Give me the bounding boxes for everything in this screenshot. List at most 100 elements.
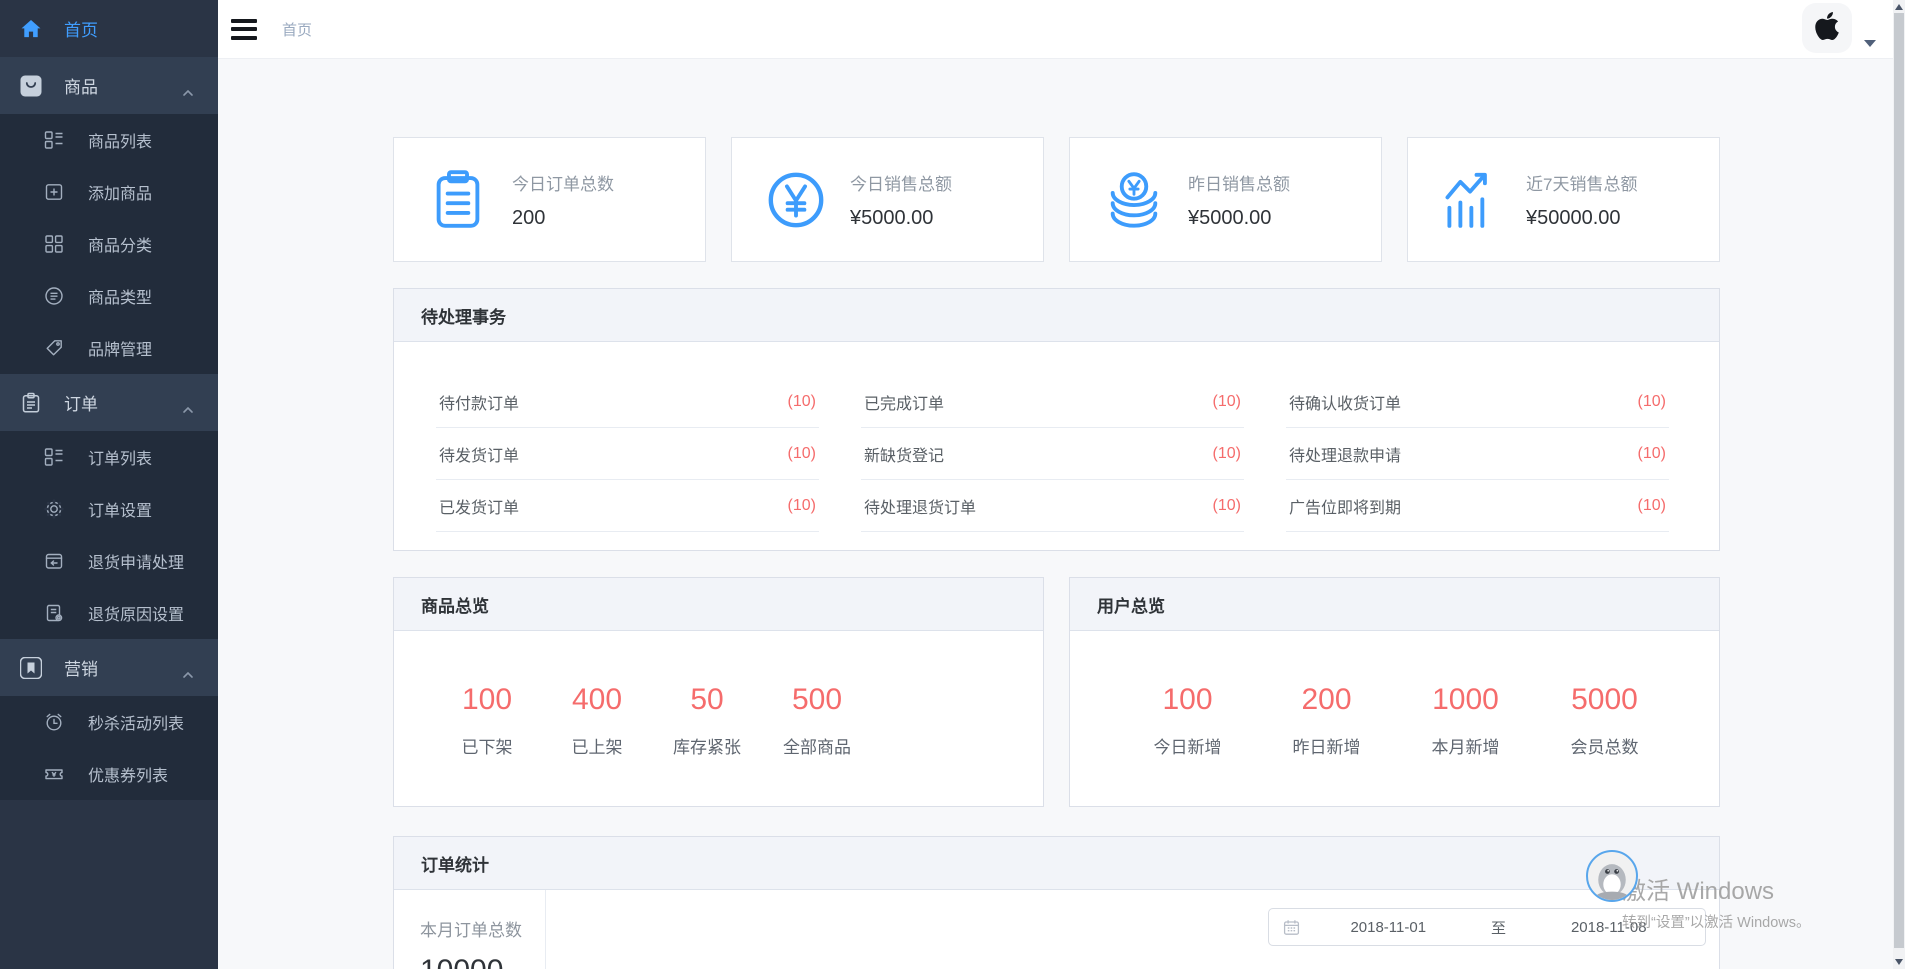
shopping-bag-icon [20, 75, 42, 97]
todo-count: (10) [788, 393, 816, 411]
breadcrumb[interactable]: 首页 [282, 19, 312, 40]
sidebar-item-label: 品牌管理 [88, 336, 152, 360]
sidebar: 首页 商品 商品列表 添加商品 商品分 [0, 0, 218, 969]
todo-count: (10) [1213, 445, 1241, 463]
todo-item-new-stockout[interactable]: 新缺货登记 (10) [861, 428, 1244, 480]
stat-label: 会员总数 [1535, 733, 1674, 758]
panel-title: 订单统计 [394, 837, 1719, 890]
calendar-icon [1283, 919, 1300, 936]
todo-label: 已完成订单 [864, 390, 944, 414]
list-icon [44, 447, 64, 467]
stat-card-text: 今日销售总额 ¥5000.00 [850, 170, 952, 230]
qq-service-icon[interactable] [1586, 850, 1638, 902]
stat-card-label: 今日销售总额 [850, 170, 952, 195]
sidebar-item-label: 订单列表 [88, 445, 152, 469]
return-box-icon [44, 551, 64, 571]
clipboard-icon [427, 169, 489, 231]
sidebar-item-coupon-list[interactable]: 优惠券列表 [0, 748, 218, 800]
stat-card-text: 今日订单总数 200 [512, 170, 614, 230]
stat-label: 库存紧张 [652, 733, 762, 758]
order-stats-panel: 订单统计 本月订单总数 10000 2018-11-01 [393, 836, 1720, 969]
admin-dashboard: 首页 商品 商品列表 添加商品 商品分 [0, 0, 1905, 969]
clipboard-icon [20, 392, 42, 414]
sidebar-group-orders[interactable]: 订单 [0, 374, 218, 431]
sidebar-item-label: 订单设置 [88, 497, 152, 521]
date-separator: 至 [1471, 917, 1527, 938]
stat-label: 今日新增 [1118, 733, 1257, 758]
sidebar-item-order-settings[interactable]: 订单设置 [0, 483, 218, 535]
stat-value: 100 [432, 683, 542, 717]
todo-label: 待处理退货订单 [864, 494, 976, 518]
todo-panel: 待处理事务 待付款订单(10) 已完成订单(10) 待确认收货订单(10) 待发… [393, 288, 1720, 551]
todo-count: (10) [788, 497, 816, 515]
chevron-up-icon [182, 399, 194, 419]
sidebar-item-return-requests[interactable]: 退货申请处理 [0, 535, 218, 587]
todo-item-shipped-orders[interactable]: 已发货订单(10) [436, 480, 819, 532]
date-start-input[interactable]: 2018-11-01 [1306, 919, 1471, 936]
stat-value: 1000 [1396, 683, 1535, 717]
sidebar-item-label: 首页 [64, 16, 98, 41]
todo-count: (10) [1213, 497, 1241, 515]
todo-item-ad-expiring[interactable]: 广告位即将到期(10) [1286, 480, 1669, 532]
todo-item-confirm-receipt[interactable]: 待确认收货订单(10) [1286, 376, 1669, 428]
todo-label: 广告位即将到期 [1289, 494, 1401, 518]
stat-card-yesterday-sales: 昨日销售总额 ¥5000.00 [1069, 137, 1382, 262]
date-range-picker[interactable]: 2018-11-01 至 2018-11-08 [1268, 908, 1706, 946]
panel-title: 商品总览 [394, 578, 1043, 631]
stat-on-shelf: 400已上架 [542, 683, 652, 806]
todo-item-return-orders[interactable]: 待处理退货订单 (10) [861, 480, 1244, 532]
add-square-icon [44, 182, 64, 202]
stat-all-products: 500全部商品 [762, 683, 872, 806]
sidebar-item-flash-sale-list[interactable]: 秒杀活动列表 [0, 696, 218, 748]
sidebar-item-label: 添加商品 [88, 180, 152, 204]
caret-down-icon[interactable] [1864, 40, 1876, 47]
sidebar-item-home[interactable]: 首页 [0, 0, 218, 57]
stat-card-today-orders: 今日订单总数 200 [393, 137, 706, 262]
main-area: 首页 今日订单总数 200 [218, 0, 1905, 969]
stat-card-label: 近7天销售总额 [1526, 170, 1637, 195]
sidebar-item-product-list[interactable]: 商品列表 [0, 114, 218, 166]
stat-card-text: 近7天销售总额 ¥50000.00 [1526, 170, 1637, 230]
stat-card-value: 200 [512, 207, 614, 230]
stat-cards-row: 今日订单总数 200 今日销售总额 ¥5000.00 [393, 137, 1720, 262]
apple-logo-icon [1813, 10, 1841, 47]
scrollbar-thumb[interactable] [1894, 13, 1904, 948]
sidebar-group-products[interactable]: 商品 [0, 57, 218, 114]
vertical-scrollbar[interactable] [1893, 0, 1905, 969]
home-icon [20, 18, 42, 40]
stat-off-shelf: 100已下架 [432, 683, 542, 806]
todo-item-refund-requests[interactable]: 待处理退款申请(10) [1286, 428, 1669, 480]
todo-item-completed-orders[interactable]: 已完成订单(10) [861, 376, 1244, 428]
hamburger-menu-icon[interactable] [231, 19, 257, 40]
stat-low-stock: 50库存紧张 [652, 683, 762, 806]
todo-label: 待发货订单 [439, 442, 519, 466]
user-avatar[interactable] [1802, 3, 1852, 53]
stat-card-value: ¥5000.00 [850, 207, 952, 230]
stat-card-week-sales: 近7天销售总额 ¥50000.00 [1407, 137, 1720, 262]
scroll-down-arrow-icon[interactable] [1895, 959, 1903, 965]
product-overview-stats: 100已下架 400已上架 50库存紧张 500全部商品 [394, 631, 1043, 806]
stat-value: 5000 [1535, 683, 1674, 717]
tag-icon [44, 338, 64, 358]
todo-label: 待确认收货订单 [1289, 390, 1401, 414]
scroll-up-arrow-icon[interactable] [1895, 4, 1903, 10]
sidebar-item-add-product[interactable]: 添加商品 [0, 166, 218, 218]
sidebar-item-label: 退货申请处理 [88, 549, 184, 573]
sidebar-group-marketing[interactable]: 营销 [0, 639, 218, 696]
sidebar-item-product-category[interactable]: 商品分类 [0, 218, 218, 270]
topbar: 首页 [218, 0, 1905, 59]
sidebar-item-brand-management[interactable]: 品牌管理 [0, 322, 218, 374]
sidebar-item-product-type[interactable]: 商品类型 [0, 270, 218, 322]
gear-icon [44, 499, 64, 519]
sidebar-item-order-list[interactable]: 订单列表 [0, 431, 218, 483]
stat-total-members: 5000 会员总数 [1535, 683, 1674, 806]
sidebar-item-return-reason-settings[interactable]: 退货原因设置 [0, 587, 218, 639]
sidebar-item-label: 优惠券列表 [88, 762, 168, 786]
date-end-input[interactable]: 2018-11-08 [1527, 919, 1692, 936]
stat-card-value: ¥5000.00 [1188, 207, 1290, 230]
todo-item-pending-payment[interactable]: 待付款订单(10) [436, 376, 819, 428]
stat-label: 昨日新增 [1257, 733, 1396, 758]
stat-card-label: 昨日销售总额 [1188, 170, 1290, 195]
todo-label: 新缺货登记 [864, 442, 944, 466]
todo-item-pending-shipment[interactable]: 待发货订单(10) [436, 428, 819, 480]
